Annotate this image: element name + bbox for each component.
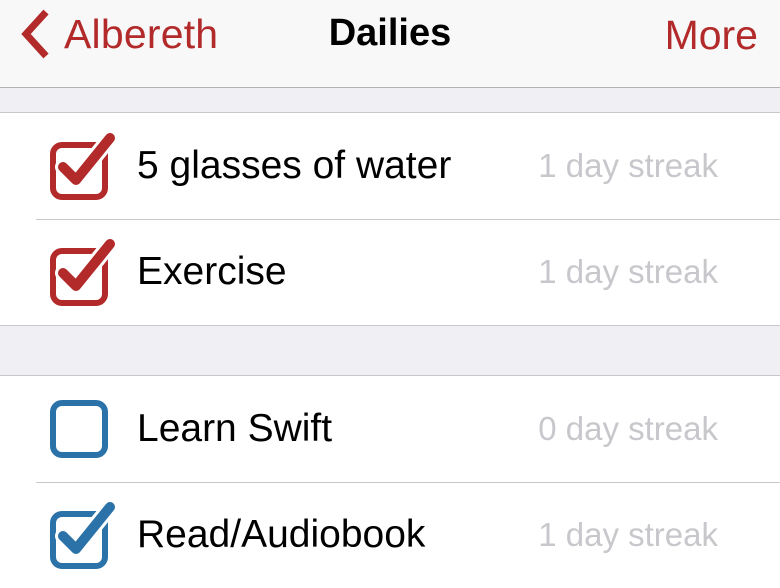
dailies-section-1: 5 glasses of water 1 day streak Exercise… (0, 112, 780, 326)
item-streak: 1 day streak (538, 516, 718, 553)
checkbox-checked-icon[interactable] (48, 236, 120, 308)
list-item[interactable]: Read/Audiobook 1 day streak (0, 482, 780, 588)
item-streak: 1 day streak (538, 253, 718, 290)
checkbox-unchecked-icon[interactable] (48, 393, 120, 465)
checkbox-checked-icon[interactable] (48, 499, 120, 571)
item-title: 5 glasses of water (137, 144, 452, 187)
list-item[interactable]: Learn Swift 0 day streak (0, 376, 780, 482)
more-button[interactable]: More (665, 12, 758, 59)
list-item[interactable]: Exercise 1 day streak (0, 219, 780, 325)
page-title: Dailies (328, 12, 452, 54)
navigation-bar: Albereth Dailies More (0, 0, 780, 88)
item-streak: 0 day streak (538, 410, 718, 447)
item-streak: 1 day streak (538, 147, 718, 184)
list-item[interactable]: 5 glasses of water 1 day streak (0, 113, 780, 219)
item-title: Exercise (137, 250, 287, 293)
item-title: Read/Audiobook (137, 513, 426, 556)
dailies-section-2: Learn Swift 0 day streak Read/Audiobook … (0, 375, 780, 588)
checkbox-checked-icon[interactable] (48, 130, 120, 202)
item-title: Learn Swift (137, 407, 333, 450)
